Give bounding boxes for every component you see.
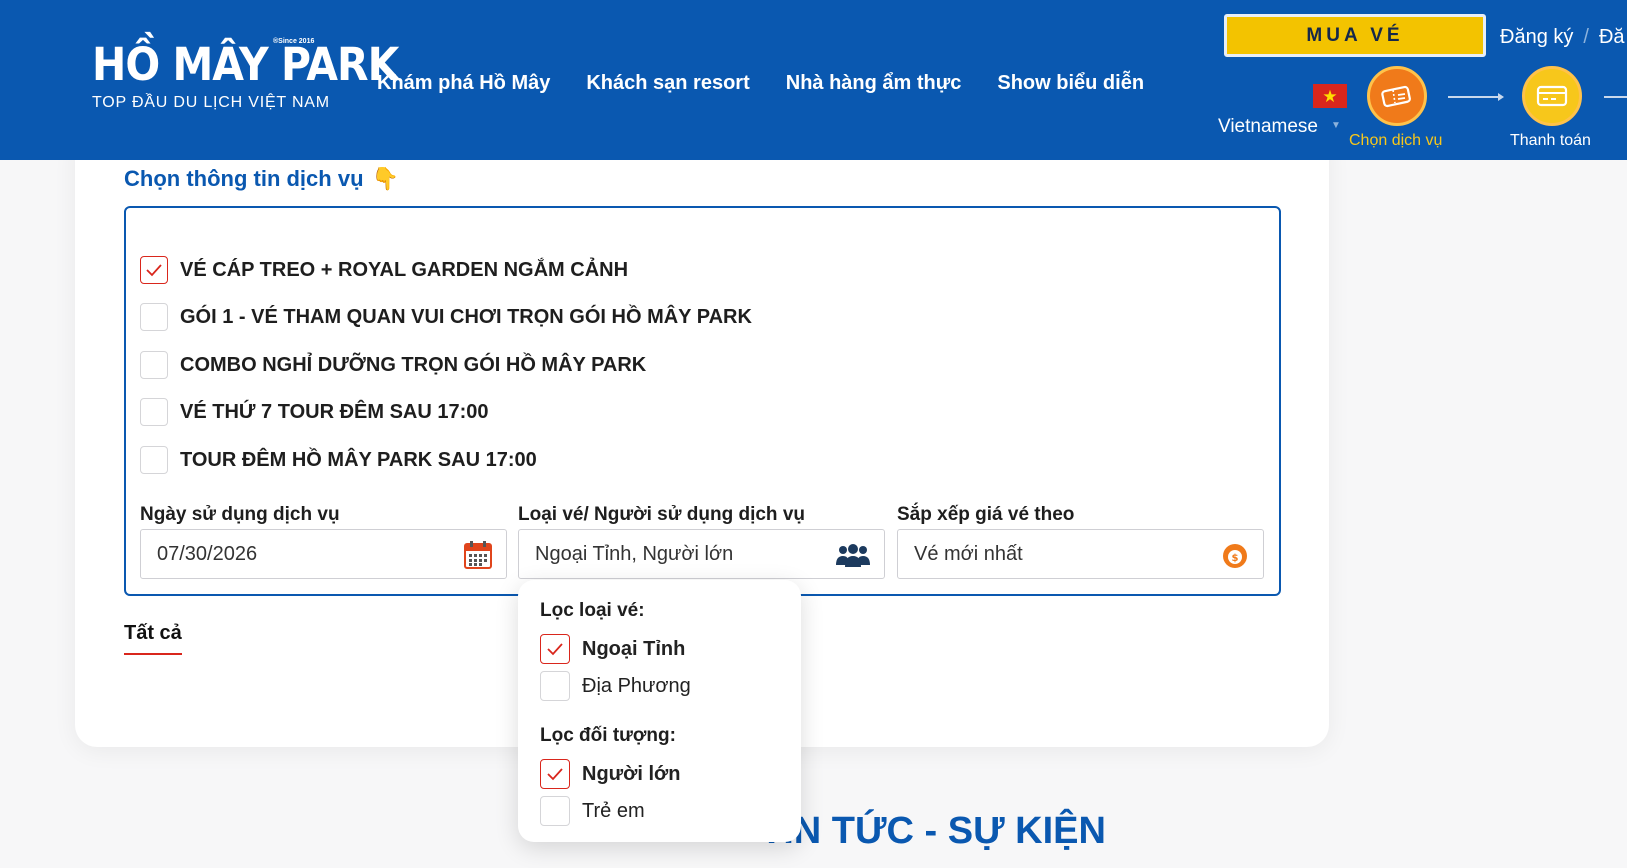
logo-tagline: TOP ĐẦU DU LỊCH VIỆT NAM [92, 94, 330, 111]
check-icon [547, 768, 563, 781]
money-bag-icon: $ [1223, 544, 1247, 568]
service-option-label: TOUR ĐÊM HỒ MÂY PARK SAU 17:00 [180, 448, 537, 471]
service-selection-box: VÉ CÁP TREO + ROYAL GARDEN NGẮM CẢNH GÓI… [124, 206, 1281, 596]
section-title-text: Chọn thông tin dịch vụ [124, 166, 364, 191]
checkbox-checked[interactable] [140, 256, 168, 284]
filter-option-label: Người lớn [582, 762, 681, 785]
checkbox[interactable] [140, 351, 168, 379]
news-section-title: TIN TỨC - SỰ KIỆN [760, 810, 1106, 852]
auth-links: Đăng ký / Đă [1500, 26, 1625, 49]
checkbox-checked[interactable] [540, 759, 570, 789]
logo-since: ®Since 2016 [273, 38, 315, 45]
service-option-label: VÉ THỨ 7 TOUR ĐÊM SAU 17:00 [180, 400, 489, 423]
filter-option-ngoai-tinh[interactable]: Ngoại Tỉnh [540, 634, 685, 664]
service-option-cap-treo[interactable]: VÉ CÁP TREO + ROYAL GARDEN NGẮM CẢNH [140, 256, 628, 284]
nav-item-kham-pha[interactable]: Khám phá Hồ Mây [377, 72, 550, 95]
language-selector[interactable]: Vietnamese [1218, 116, 1318, 138]
service-option-label: COMBO NGHỈ DƯỠNG TRỌN GÓI HỒ MÂY PARK [180, 353, 647, 376]
vietnam-flag-icon[interactable]: ★ [1313, 84, 1347, 108]
nav-item-nha-hang[interactable]: Nhà hàng ẩm thực [786, 72, 962, 95]
sort-value: Vé mới nhất [914, 542, 1023, 565]
service-option-thu-7[interactable]: VÉ THỨ 7 TOUR ĐÊM SAU 17:00 [140, 398, 489, 426]
sort-label: Sắp xếp giá vé theo [897, 504, 1075, 525]
check-icon [547, 643, 563, 656]
login-link[interactable]: Đă [1599, 26, 1625, 48]
filter-option-dia-phuong[interactable]: Địa Phương [540, 671, 691, 701]
step-select-service [1367, 66, 1427, 126]
tab-all[interactable]: Tất cả [124, 622, 182, 655]
service-option-goi-1[interactable]: GÓI 1 - VÉ THAM QUAN VUI CHƠI TRỌN GÓI H… [140, 303, 752, 331]
ticket-type-select[interactable]: Ngoại Tỉnh, Người lớn [518, 529, 885, 579]
checkbox[interactable] [140, 446, 168, 474]
flag-star: ★ [1322, 86, 1338, 106]
auth-separator: / [1583, 26, 1589, 48]
credit-card-icon [1536, 85, 1568, 107]
ticket-type-value: Ngoại Tỉnh, Người lớn [535, 542, 734, 565]
check-icon [146, 264, 162, 277]
sort-select[interactable]: Vé mới nhất $ [897, 529, 1264, 579]
filter-option-tre-em[interactable]: Trẻ em [540, 796, 645, 826]
step-connector [1448, 93, 1504, 101]
audience-filter-heading: Lọc đối tượng: [540, 725, 676, 746]
step-connector [1604, 96, 1627, 98]
main-nav: Khám phá Hồ Mây Khách sạn resort Nhà hàn… [377, 72, 1144, 95]
svg-text:$: $ [1232, 553, 1239, 564]
pointing-down-icon: 👇 [371, 166, 399, 191]
step-payment [1522, 66, 1582, 126]
service-option-tour-dem[interactable]: TOUR ĐÊM HỒ MÂY PARK SAU 17:00 [140, 446, 537, 474]
step-label-select-service: Chọn dịch vụ [1349, 132, 1443, 149]
ticket-type-label: Loại vé/ Người sử dụng dịch vụ [518, 504, 805, 525]
page: HỒ MÂY PARK ®Since 2016 TOP ĐẦU DU LỊCH … [0, 0, 1627, 868]
caret-down-icon[interactable]: ▼ [1331, 120, 1341, 131]
step-label-payment: Thanh toán [1510, 132, 1591, 149]
logo[interactable]: HỒ MÂY PARK ®Since 2016 TOP ĐẦU DU LỊCH … [92, 38, 399, 112]
calendar-icon[interactable] [464, 541, 492, 569]
filter-option-label: Ngoại Tỉnh [582, 637, 686, 660]
section-title: Chọn thông tin dịch vụ 👇 [124, 166, 399, 192]
users-icon [836, 544, 870, 567]
service-option-label: GÓI 1 - VÉ THAM QUAN VUI CHƠI TRỌN GÓI H… [180, 305, 752, 328]
logo-text: HỒ MÂY PARK [92, 38, 399, 91]
register-link[interactable]: Đăng ký [1500, 26, 1573, 48]
date-input[interactable]: 07/30/2026 [140, 529, 507, 579]
buy-ticket-button[interactable]: MUA VÉ [1224, 14, 1486, 57]
filter-option-label: Địa Phương [582, 674, 691, 697]
service-option-combo[interactable]: COMBO NGHỈ DƯỠNG TRỌN GÓI HỒ MÂY PARK [140, 351, 646, 379]
nav-item-show[interactable]: Show biểu diễn [997, 72, 1144, 95]
filter-option-nguoi-lon[interactable]: Người lớn [540, 759, 680, 789]
ticket-filter-dropdown: Lọc loại vé: Ngoại Tỉnh Địa Phương Lọc đ… [518, 580, 801, 842]
service-option-label: VÉ CÁP TREO + ROYAL GARDEN NGẮM CẢNH [180, 258, 629, 281]
ticket-filter-heading: Lọc loại vé: [540, 600, 645, 621]
date-field-label: Ngày sử dụng dịch vụ [140, 504, 340, 525]
checkbox[interactable] [140, 303, 168, 331]
ticket-icon [1381, 85, 1411, 108]
checkbox-checked[interactable] [540, 634, 570, 664]
nav-item-khach-san[interactable]: Khách sạn resort [586, 72, 749, 95]
checkbox[interactable] [140, 398, 168, 426]
date-value: 07/30/2026 [157, 542, 258, 565]
filter-option-label: Trẻ em [582, 799, 645, 822]
checkbox[interactable] [540, 796, 570, 826]
checkbox[interactable] [540, 671, 570, 701]
site-header: HỒ MÂY PARK ®Since 2016 TOP ĐẦU DU LỊCH … [0, 0, 1627, 160]
